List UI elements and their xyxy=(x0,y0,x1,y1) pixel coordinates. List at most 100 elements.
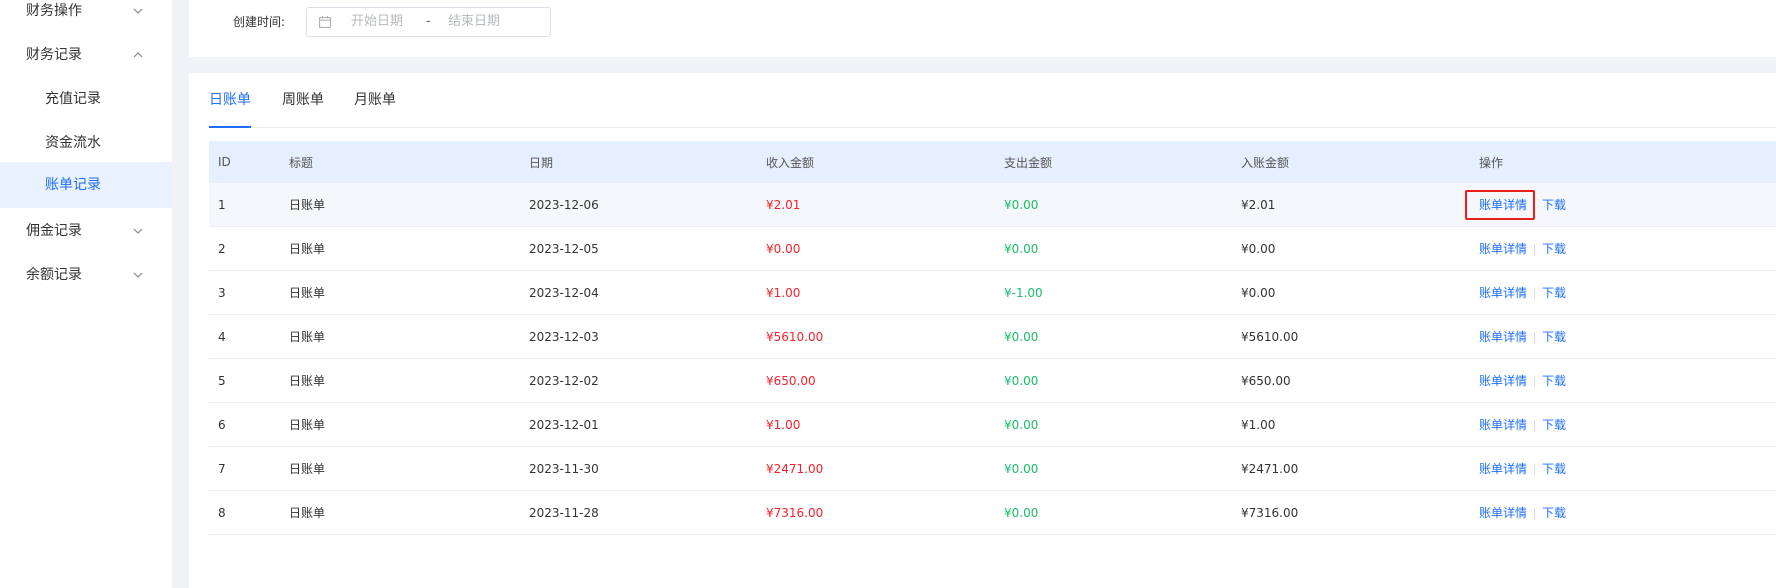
tab-daily-bill[interactable]: 日账单 xyxy=(209,73,251,128)
cell-id: 8 xyxy=(209,490,280,535)
cell-title: 日账单 xyxy=(280,183,520,227)
cell-date: 2023-12-06 xyxy=(520,183,757,227)
download-link[interactable]: 下载 xyxy=(1542,506,1566,520)
action-divider xyxy=(1534,420,1536,431)
cell-expense: ¥0.00 xyxy=(995,446,1232,491)
download-link[interactable]: 下载 xyxy=(1542,286,1566,300)
sidebar-item-recharge-records[interactable]: 充值记录 xyxy=(0,74,172,124)
download-link[interactable]: 下载 xyxy=(1542,198,1566,212)
cell-id: 7 xyxy=(209,446,280,491)
table-row: 3 日账单 2023-12-04 ¥1.00 ¥-1.00 ¥0.00 账单详情… xyxy=(209,270,1776,315)
cell-income: ¥2471.00 xyxy=(757,446,995,491)
cell-title: 日账单 xyxy=(280,226,520,271)
cell-date: 2023-12-01 xyxy=(520,402,757,447)
sidebar-item-fund-flow[interactable]: 资金流水 xyxy=(0,118,172,168)
cell-id: 5 xyxy=(209,358,280,403)
table-row: 7 日账单 2023-11-30 ¥2471.00 ¥0.00 ¥2471.00… xyxy=(209,446,1776,491)
cell-income: ¥1.00 xyxy=(757,402,995,447)
sidebar-item-bill-records[interactable]: 账单记录 xyxy=(0,162,172,208)
end-date-input[interactable]: 结束日期 xyxy=(448,8,500,36)
created-time-label: 创建时间: xyxy=(233,15,286,29)
sidebar-item-label: 资金流水 xyxy=(45,135,101,151)
cell-actions: 账单详情 下载 xyxy=(1470,270,1776,315)
table-row: 1 日账单 2023-12-06 ¥2.01 ¥0.00 ¥2.01 账单详情 下… xyxy=(209,183,1776,227)
bill-table: ID 标题 日期 收入金额 支出金额 入账金额 操作 1 日账单 2023-12… xyxy=(209,141,1776,535)
download-link[interactable]: 下载 xyxy=(1542,242,1566,256)
bill-detail-link[interactable]: 账单详情 xyxy=(1479,242,1527,256)
bill-type-tabs: 日账单 周账单 月账单 xyxy=(209,73,1776,128)
download-link[interactable]: 下载 xyxy=(1542,374,1566,388)
bill-detail-link[interactable]: 账单详情 xyxy=(1479,462,1527,476)
cell-credited: ¥7316.00 xyxy=(1232,490,1470,535)
cell-id: 6 xyxy=(209,402,280,447)
chevron-down-icon xyxy=(132,250,144,300)
tab-weekly-bill[interactable]: 周账单 xyxy=(282,73,324,127)
cell-income: ¥2.01 xyxy=(757,183,995,227)
cell-actions: 账单详情 下载 xyxy=(1470,226,1776,271)
cell-actions: 账单详情 下载 xyxy=(1470,358,1776,403)
filter-card: 创建时间: 开始日期 - 结束日期 xyxy=(189,0,1776,57)
cell-id: 4 xyxy=(209,314,280,359)
cell-date: 2023-11-30 xyxy=(520,446,757,491)
cell-title: 日账单 xyxy=(280,358,520,403)
cell-credited: ¥0.00 xyxy=(1232,226,1470,271)
bill-detail-link[interactable]: 账单详情 xyxy=(1479,286,1527,300)
sidebar: 财务操作 财务记录 充值记录 资金流水 账单记录 佣金记录 余额记录 xyxy=(0,0,172,588)
cell-expense: ¥0.00 xyxy=(995,490,1232,535)
cell-expense: ¥-1.00 xyxy=(995,270,1232,315)
cell-income: ¥7316.00 xyxy=(757,490,995,535)
download-link[interactable]: 下载 xyxy=(1542,418,1566,432)
tab-monthly-bill[interactable]: 月账单 xyxy=(354,73,396,127)
cell-income: ¥1.00 xyxy=(757,270,995,315)
action-divider xyxy=(1534,288,1536,299)
range-separator: - xyxy=(426,14,431,29)
cell-credited: ¥2.01 xyxy=(1232,183,1470,227)
sidebar-item-finance-records[interactable]: 财务记录 xyxy=(0,30,172,80)
cell-income: ¥650.00 xyxy=(757,358,995,403)
cell-title: 日账单 xyxy=(280,490,520,535)
sidebar-item-balance-records[interactable]: 余额记录 xyxy=(0,250,172,300)
cell-title: 日账单 xyxy=(280,270,520,315)
bill-detail-link[interactable]: 账单详情 xyxy=(1479,198,1527,212)
bill-detail-link[interactable]: 账单详情 xyxy=(1479,374,1527,388)
action-divider xyxy=(1534,244,1536,255)
table-row: 6 日账单 2023-12-01 ¥1.00 ¥0.00 ¥1.00 账单详情 下… xyxy=(209,402,1776,447)
cell-actions: 账单详情 下载 xyxy=(1470,446,1776,491)
table-row: 4 日账单 2023-12-03 ¥5610.00 ¥0.00 ¥5610.00… xyxy=(209,314,1776,359)
cell-expense: ¥0.00 xyxy=(995,402,1232,447)
action-divider xyxy=(1534,376,1536,387)
cell-date: 2023-12-05 xyxy=(520,226,757,271)
column-header-income: 收入金额 xyxy=(766,155,815,170)
cell-id: 2 xyxy=(209,226,280,271)
column-header-actions: 操作 xyxy=(1479,155,1504,170)
cell-date: 2023-12-04 xyxy=(520,270,757,315)
cell-income: ¥0.00 xyxy=(757,226,995,271)
table-row: 2 日账单 2023-12-05 ¥0.00 ¥0.00 ¥0.00 账单详情 下… xyxy=(209,226,1776,271)
download-link[interactable]: 下载 xyxy=(1542,330,1566,344)
table-row: 5 日账单 2023-12-02 ¥650.00 ¥0.00 ¥650.00 账… xyxy=(209,358,1776,403)
date-range-picker[interactable]: 开始日期 - 结束日期 xyxy=(306,7,551,37)
sidebar-item-label: 财务记录 xyxy=(26,47,82,63)
chevron-down-icon xyxy=(132,206,144,256)
sidebar-item-commission-records[interactable]: 佣金记录 xyxy=(0,206,172,256)
chevron-up-icon xyxy=(132,30,144,80)
sidebar-item-label: 余额记录 xyxy=(26,267,82,283)
action-divider xyxy=(1534,464,1536,475)
cell-credited: ¥0.00 xyxy=(1232,270,1470,315)
cell-expense: ¥0.00 xyxy=(995,314,1232,359)
cell-date: 2023-11-28 xyxy=(520,490,757,535)
cell-credited: ¥5610.00 xyxy=(1232,314,1470,359)
bill-detail-link[interactable]: 账单详情 xyxy=(1479,506,1527,520)
download-link[interactable]: 下载 xyxy=(1542,462,1566,476)
cell-expense: ¥0.00 xyxy=(995,358,1232,403)
calendar-icon xyxy=(319,16,331,28)
bill-detail-link[interactable]: 账单详情 xyxy=(1479,330,1527,344)
cell-title: 日账单 xyxy=(280,402,520,447)
bill-detail-link[interactable]: 账单详情 xyxy=(1479,418,1527,432)
column-header-date: 日期 xyxy=(529,155,554,170)
action-divider xyxy=(1534,332,1536,343)
table-header-row: ID 标题 日期 收入金额 支出金额 入账金额 操作 xyxy=(209,141,1776,183)
actions-group: 账单详情 下载 xyxy=(1465,190,1566,220)
sidebar-item-label: 账单记录 xyxy=(45,177,101,193)
start-date-input[interactable]: 开始日期 xyxy=(351,8,403,36)
